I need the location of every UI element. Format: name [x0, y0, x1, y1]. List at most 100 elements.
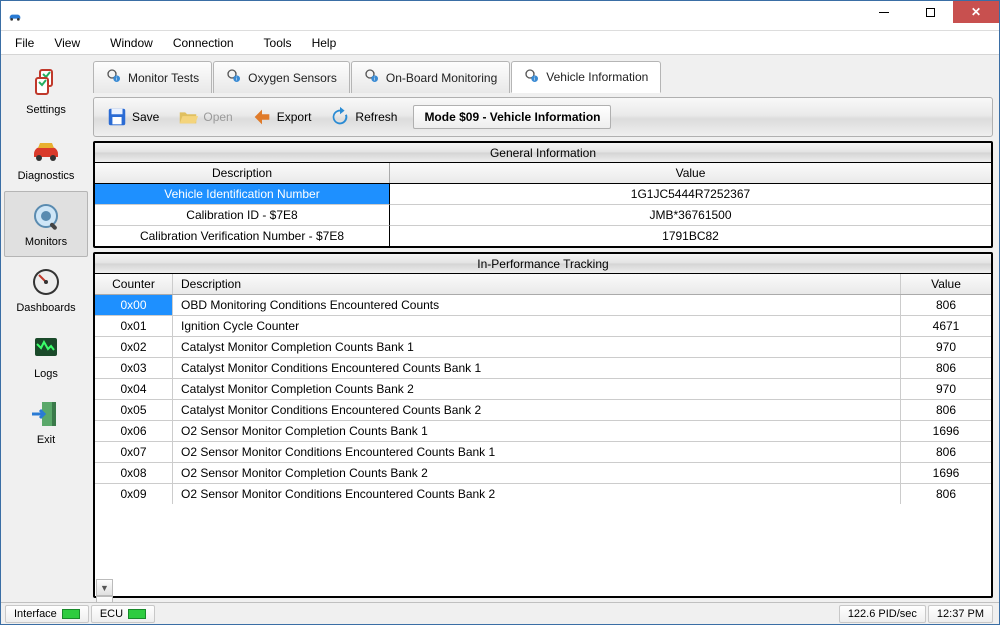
- ipt-cell-description: Catalyst Monitor Conditions Encountered …: [173, 357, 901, 378]
- svg-text:i: i: [534, 76, 535, 82]
- ipt-header-value[interactable]: Value: [901, 274, 991, 294]
- sidebar-item-diagnostics[interactable]: Diagnostics: [4, 125, 88, 191]
- gi-cell-value: 1G1JC5444R7252367: [390, 184, 991, 204]
- sidebar-item-label: Dashboards: [16, 302, 75, 314]
- sidebar: Settings Diagnostics Monitors Dashboards Log…: [1, 55, 91, 602]
- export-button[interactable]: Export: [243, 100, 320, 134]
- menu-connection[interactable]: Connection: [163, 33, 244, 53]
- tab-label: Oxygen Sensors: [248, 71, 337, 85]
- tab-vehicle-information[interactable]: iVehicle Information: [511, 61, 661, 93]
- menu-help[interactable]: Help: [302, 33, 347, 53]
- refresh-button[interactable]: Refresh: [321, 100, 405, 134]
- ipt-cell-description: Ignition Cycle Counter: [173, 315, 901, 336]
- ipt-cell-description: OBD Monitoring Conditions Encountered Co…: [173, 295, 901, 315]
- sidebar-item-dashboards[interactable]: Dashboards: [4, 257, 88, 323]
- ipt-cell-description: Catalyst Monitor Completion Counts Bank …: [173, 378, 901, 399]
- tab-icon: i: [226, 68, 248, 87]
- ipt-header-counter[interactable]: Counter: [95, 274, 173, 294]
- ipt-cell-value: 1696: [901, 462, 991, 483]
- ipt-cell-description: O2 Sensor Monitor Completion Counts Bank…: [173, 462, 901, 483]
- ipt-cell-value: 4671: [901, 315, 991, 336]
- app-icon: [7, 8, 23, 24]
- sidebar-item-logs[interactable]: Logs: [4, 323, 88, 389]
- table-row[interactable]: 0x07O2 Sensor Monitor Conditions Encount…: [95, 441, 991, 462]
- ipt-cell-counter: 0x05: [95, 399, 173, 420]
- ipt-header: Counter Description Value: [95, 274, 991, 295]
- status-ecu-led: [128, 609, 146, 619]
- svg-text:i: i: [116, 77, 117, 83]
- statusbar: Interface ECU 122.6 PID/sec 12:37 PM: [1, 602, 999, 624]
- sidebar-item-label: Diagnostics: [18, 170, 75, 182]
- open-button[interactable]: Open: [169, 100, 240, 134]
- ipt-cell-value: 1696: [901, 420, 991, 441]
- ipt-cell-counter: 0x04: [95, 378, 173, 399]
- ipt-cell-value: 970: [901, 336, 991, 357]
- ipt-header-description[interactable]: Description: [173, 274, 901, 294]
- table-row[interactable]: Calibration Verification Number - $7E817…: [95, 225, 991, 246]
- ipt-cell-counter: 0x09: [95, 483, 173, 504]
- sidebar-item-monitors[interactable]: Monitors: [4, 191, 88, 257]
- menu-file[interactable]: File: [5, 33, 44, 53]
- general-info-title: General Information: [95, 143, 991, 163]
- table-row[interactable]: 0x09O2 Sensor Monitor Conditions Encount…: [95, 483, 991, 504]
- tab-icon: i: [106, 68, 128, 87]
- table-row[interactable]: Calibration ID - $7E8JMB*36761500: [95, 204, 991, 225]
- svg-text:i: i: [236, 77, 237, 83]
- ipt-cell-counter: 0x01: [95, 315, 173, 336]
- save-button[interactable]: Save: [98, 100, 167, 134]
- window-maximize-button[interactable]: [907, 1, 953, 23]
- menu-view[interactable]: View: [44, 33, 90, 53]
- status-interface: Interface: [5, 605, 89, 623]
- table-row[interactable]: 0x02Catalyst Monitor Completion Counts B…: [95, 336, 991, 357]
- refresh-label: Refresh: [355, 110, 397, 124]
- table-row[interactable]: 0x03Catalyst Monitor Conditions Encounte…: [95, 357, 991, 378]
- table-row[interactable]: 0x00OBD Monitoring Conditions Encountere…: [95, 295, 991, 315]
- dashboards-icon: [30, 266, 62, 298]
- gi-cell-description: Vehicle Identification Number: [95, 184, 390, 204]
- scroll-down-button[interactable]: ▼: [96, 579, 113, 596]
- tab-monitor-tests[interactable]: iMonitor Tests: [93, 61, 212, 93]
- tab-icon: i: [364, 68, 386, 87]
- tabstrip: iMonitor TestsiOxygen SensorsiOn-Board M…: [93, 59, 993, 93]
- status-pid-rate: 122.6 PID/sec: [839, 605, 926, 623]
- sidebar-item-settings[interactable]: Settings: [4, 59, 88, 125]
- ipt-cell-description: O2 Sensor Monitor Conditions Encountered…: [173, 441, 901, 462]
- tab-on-board-monitoring[interactable]: iOn-Board Monitoring: [351, 61, 510, 93]
- status-ecu-label: ECU: [100, 608, 123, 620]
- gi-cell-description: Calibration ID - $7E8: [95, 204, 390, 225]
- menu-window[interactable]: Window: [100, 33, 163, 53]
- sidebar-item-label: Monitors: [25, 236, 67, 248]
- export-icon: [251, 106, 273, 128]
- table-row[interactable]: Vehicle Identification Number1G1JC5444R7…: [95, 184, 991, 204]
- gi-header-value[interactable]: Value: [390, 163, 991, 183]
- table-row[interactable]: 0x01Ignition Cycle Counter4671: [95, 315, 991, 336]
- menu-tools[interactable]: Tools: [254, 33, 302, 53]
- status-ecu: ECU: [91, 605, 155, 623]
- gi-cell-value: 1791BC82: [390, 225, 991, 246]
- table-row[interactable]: 0x04Catalyst Monitor Completion Counts B…: [95, 378, 991, 399]
- sidebar-item-label: Settings: [26, 104, 66, 116]
- status-interface-label: Interface: [14, 608, 57, 620]
- ipt-cell-value: 806: [901, 399, 991, 420]
- table-row[interactable]: 0x05Catalyst Monitor Conditions Encounte…: [95, 399, 991, 420]
- scroll-up-button[interactable]: ▲: [96, 596, 113, 602]
- ipt-cell-counter: 0x03: [95, 357, 173, 378]
- content-area: iMonitor TestsiOxygen SensorsiOn-Board M…: [91, 55, 999, 602]
- gi-header-description[interactable]: Description: [95, 163, 390, 183]
- ipt-cell-description: Catalyst Monitor Conditions Encountered …: [173, 399, 901, 420]
- ipt-title: In-Performance Tracking: [95, 254, 991, 274]
- table-row[interactable]: 0x08O2 Sensor Monitor Completion Counts …: [95, 462, 991, 483]
- monitors-icon: [30, 200, 62, 232]
- save-label: Save: [132, 110, 159, 124]
- tab-oxygen-sensors[interactable]: i Oxygen Sensors: [213, 61, 350, 93]
- save-icon: [106, 106, 128, 128]
- window-close-button[interactable]: ✕: [953, 1, 999, 23]
- ipt-cell-value: 806: [901, 441, 991, 462]
- general-information-panel: General Information Description Value Ve…: [93, 141, 993, 248]
- tab-label: On-Board Monitoring: [386, 71, 497, 85]
- window-minimize-button[interactable]: [861, 1, 907, 23]
- status-interface-led: [62, 609, 80, 619]
- logs-icon: [30, 332, 62, 364]
- table-row[interactable]: 0x06O2 Sensor Monitor Completion Counts …: [95, 420, 991, 441]
- sidebar-item-exit[interactable]: Exit: [4, 389, 88, 455]
